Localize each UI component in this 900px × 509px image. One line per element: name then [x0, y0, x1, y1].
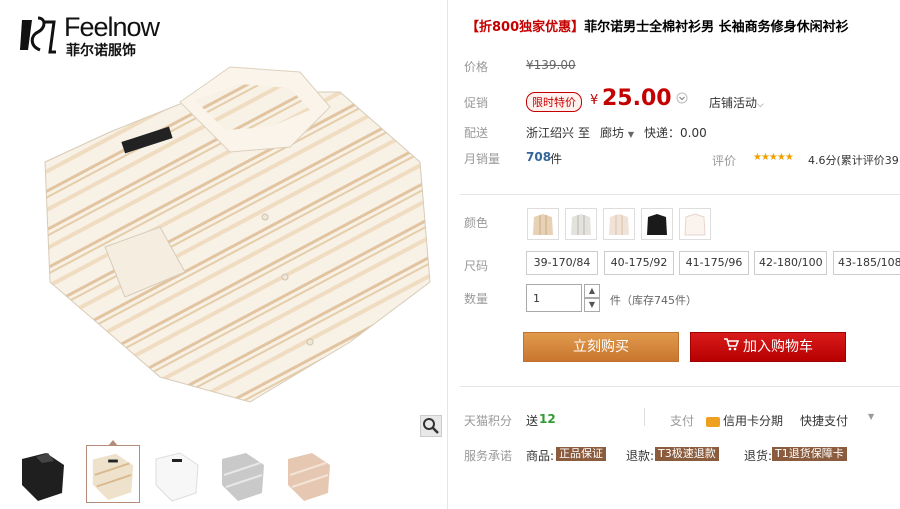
shipping-fee: 快递：0.00	[644, 126, 707, 140]
size-option[interactable]: 43-185/108	[833, 251, 900, 275]
chevron-down-icon: ⌵	[757, 100, 764, 110]
ship-from: 浙江绍兴	[526, 126, 575, 140]
sales-label: 月销量	[464, 152, 501, 166]
shipping-label: 配送	[464, 126, 489, 140]
color-swatch-grey[interactable]	[565, 208, 597, 240]
add-to-cart-label: 加入购物车	[743, 339, 813, 355]
thumbnail-grey[interactable]	[216, 445, 270, 503]
shirt-image	[44, 66, 431, 403]
title-highlight: 【折800独家优惠】	[466, 20, 585, 35]
credit-card-option[interactable]: 信用卡分期	[706, 412, 783, 429]
brand-logo-icon	[20, 16, 56, 54]
store-promo-link[interactable]: 店铺活动⌵	[709, 94, 764, 111]
thumbnail-beige[interactable]	[282, 445, 336, 503]
sales-unit: 件	[550, 152, 563, 166]
product-title: 【折800独家优惠】菲尔诺男士全棉衬衫男 长袖商务修身休闲衬衫	[466, 16, 849, 35]
thumbnail-black[interactable]	[16, 445, 70, 503]
promo-price: 25.00	[602, 86, 672, 111]
price-label: 价格	[464, 60, 489, 74]
price-chevron-icon[interactable]	[676, 92, 688, 107]
dropdown-arrow-icon: ▼	[627, 130, 634, 139]
color-swatch-white[interactable]	[679, 208, 711, 240]
add-to-cart-button[interactable]: 加入购物车	[690, 332, 846, 362]
points-prefix: 送	[526, 414, 539, 428]
buy-now-button[interactable]: 立刻购买	[523, 332, 679, 362]
main-product-image[interactable]	[10, 12, 445, 437]
points-value: 12	[539, 412, 556, 426]
quantity-increase-button[interactable]: ▲	[584, 284, 600, 298]
thumbnail-strip	[10, 445, 447, 507]
price-row: 价格 ¥139.00	[460, 58, 900, 82]
brand-subtitle: 菲尔诺服饰	[66, 43, 136, 59]
thumbnail-khaki[interactable]	[86, 445, 140, 503]
divider	[644, 408, 645, 426]
service-label: 服务承诺	[464, 449, 513, 463]
size-option[interactable]: 42-180/100	[754, 251, 827, 275]
divider	[460, 194, 900, 195]
promo-badge: 限时特价	[526, 92, 582, 112]
brand-logo[interactable]: Feelnow 菲尔诺服饰	[16, 12, 166, 59]
size-option[interactable]: 41-175/96	[679, 251, 749, 275]
title-text: 菲尔诺男士全棉衬衫男 长袖商务修身休闲衬衫	[584, 20, 849, 35]
sales-count: 708	[526, 150, 552, 164]
shipping-row: 配送 浙江绍兴 至 廊坊 ▼ 快递：0.00	[460, 124, 900, 148]
thumbnail-white[interactable]	[150, 445, 204, 503]
currency-symbol: ¥	[590, 93, 599, 108]
zoom-icon[interactable]	[420, 415, 442, 437]
promo-label: 促销	[464, 96, 489, 110]
brand-name: Feelnow	[64, 12, 160, 42]
sales-row: 月销量 708 件 评价 ★★★★★ 4.6分(累计评价39	[460, 150, 900, 174]
color-swatch-beige[interactable]	[603, 208, 635, 240]
color-swatch-khaki[interactable]	[527, 208, 559, 240]
divider	[460, 386, 900, 387]
rating-label: 评价	[712, 154, 737, 168]
color-label: 颜色	[464, 216, 489, 230]
return-label: 退货:	[744, 449, 773, 463]
size-label: 尺码	[464, 259, 489, 273]
credit-card-icon	[706, 416, 720, 427]
stock-text: 件（库存745件）	[610, 294, 697, 307]
chevron-down-icon[interactable]: ▼	[868, 412, 874, 421]
quantity-input[interactable]	[526, 284, 582, 312]
ship-to-select[interactable]: 廊坊 ▼	[600, 124, 634, 141]
refund-tag[interactable]: T3极速退款	[655, 447, 719, 461]
rating-text[interactable]: 4.6分(累计评价39	[808, 152, 899, 168]
promo-row: 促销 限时特价 ¥ 25.00 店铺活动⌵	[460, 86, 900, 112]
quick-pay-option[interactable]: 快捷支付	[800, 412, 848, 429]
goods-tag[interactable]: 正品保证	[556, 447, 606, 461]
size-option[interactable]: 40-175/92	[604, 251, 674, 275]
goods-label: 商品:	[526, 449, 555, 463]
size-option[interactable]: 39-170/84	[526, 251, 598, 275]
quantity-label: 数量	[464, 292, 489, 306]
payment-label: 支付	[670, 414, 695, 428]
product-gallery: Feelnow 菲尔诺服饰	[0, 0, 447, 509]
original-price: ¥139.00	[526, 58, 576, 72]
rating-stars: ★★★★★	[753, 152, 794, 163]
cart-icon	[723, 333, 740, 361]
ship-to-word: 至	[578, 126, 591, 140]
quantity-decrease-button[interactable]: ▼	[584, 298, 600, 312]
points-label: 天猫积分	[464, 414, 513, 428]
return-tag[interactable]: T1退货保障卡	[772, 447, 847, 461]
refund-label: 退款:	[626, 449, 655, 463]
price-box: 价格 ¥139.00 促销 限时特价 ¥ 25.00 店铺活动⌵ 配送 浙江绍兴…	[460, 46, 900, 194]
product-info-panel: 【折800独家优惠】菲尔诺男士全棉衬衫男 长袖商务修身休闲衬衫 价格 ¥139.…	[447, 0, 900, 509]
color-swatch-black[interactable]	[641, 208, 673, 240]
